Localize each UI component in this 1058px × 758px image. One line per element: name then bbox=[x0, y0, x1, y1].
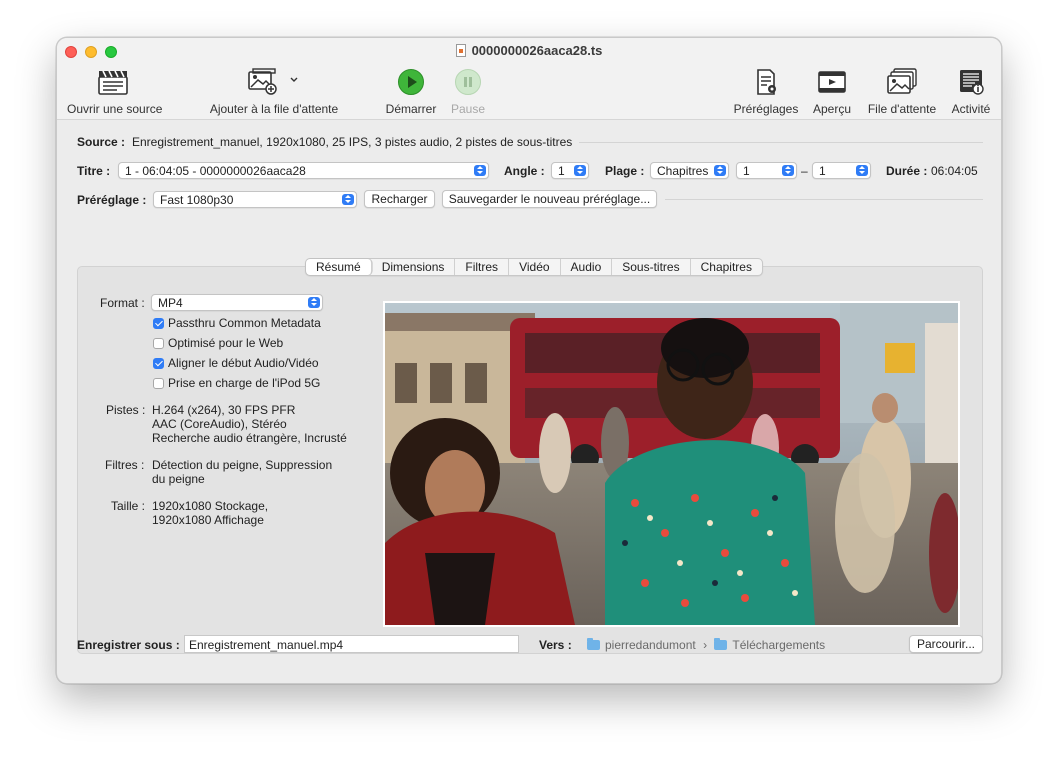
preview-button[interactable]: Aperçu bbox=[809, 68, 855, 116]
filter-line: Détection du peigne, Suppression bbox=[152, 458, 333, 472]
tab-bar: Résumé Dimensions Filtres Vidéo Audio So… bbox=[305, 258, 763, 276]
open-source-button[interactable]: Ouvrir une source bbox=[67, 68, 162, 116]
add-image-icon bbox=[248, 68, 277, 95]
destination-label: Vers : bbox=[539, 638, 572, 652]
add-to-queue-button[interactable]: Ajouter à la file d'attente bbox=[207, 68, 341, 116]
checkbox-label: Optimisé pour le Web bbox=[168, 336, 284, 350]
folder-icon bbox=[587, 638, 600, 650]
tab-chapters[interactable]: Chapitres bbox=[691, 259, 762, 275]
start-button[interactable]: Démarrer bbox=[381, 68, 441, 116]
source-label: Source : bbox=[77, 135, 126, 149]
clapperboard-icon bbox=[98, 70, 128, 95]
title-label: Titre : bbox=[77, 164, 111, 178]
checkbox-label: Aligner le début Audio/Vidéo bbox=[168, 356, 319, 370]
angle-label: Angle : bbox=[504, 164, 545, 178]
align-av-checkbox[interactable] bbox=[153, 358, 164, 369]
queue-button[interactable]: File d'attente bbox=[865, 68, 939, 116]
preview-frame bbox=[385, 303, 958, 625]
size-line: 1920x1080 Stockage, bbox=[152, 499, 269, 513]
duration-value: 06:04:05 bbox=[931, 164, 978, 178]
range-type-select[interactable]: Chapitres bbox=[650, 162, 729, 179]
settings-panel: Format : MP4 Passthru Common Metadata Op… bbox=[77, 266, 983, 654]
folder-icon bbox=[714, 638, 728, 650]
range-separator: – bbox=[801, 164, 808, 178]
main-content: Source : Enregistrement_manuel, 1920x108… bbox=[57, 121, 1001, 683]
chevron-down-icon bbox=[342, 194, 354, 205]
track-line: H.264 (x264), 30 FPS PFR bbox=[152, 403, 296, 417]
checkbox-label: Passthru Common Metadata bbox=[168, 316, 321, 330]
activity-button[interactable]: Activité bbox=[949, 68, 993, 116]
tracks-label: Pistes : bbox=[106, 403, 146, 417]
handbrake-window: 0000000026aaca28.ts Ouvrir une source Aj… bbox=[56, 37, 1002, 684]
track-line: AAC (CoreAudio), Stéréo bbox=[152, 417, 287, 431]
save-as-label: Enregistrer sous : bbox=[77, 638, 180, 652]
destination-path[interactable]: pierredandumont › Téléchargements bbox=[587, 638, 825, 652]
range-start-select[interactable]: 1 bbox=[736, 162, 797, 179]
angle-select[interactable]: 1 bbox=[551, 162, 589, 179]
format-label: Format : bbox=[100, 296, 145, 310]
tab-summary[interactable]: Résumé bbox=[306, 259, 372, 275]
presets-icon bbox=[757, 69, 776, 95]
tab-video[interactable]: Vidéo bbox=[509, 259, 561, 275]
titlebar: 0000000026aaca28.ts Ouvrir une source Aj… bbox=[57, 38, 1001, 120]
tab-dimensions[interactable]: Dimensions bbox=[372, 259, 456, 275]
size-line: 1920x1080 Affichage bbox=[152, 513, 264, 527]
format-select[interactable]: MP4 bbox=[151, 294, 323, 311]
document-icon bbox=[455, 44, 466, 57]
source-separator bbox=[579, 142, 983, 143]
passthru-metadata-checkbox[interactable] bbox=[153, 318, 164, 329]
range-end-select[interactable]: 1 bbox=[812, 162, 871, 179]
reload-button[interactable]: Recharger bbox=[364, 190, 435, 208]
title-select[interactable]: 1 - 06:04:05 - 0000000026aaca28 bbox=[118, 162, 489, 179]
chevron-down-icon[interactable] bbox=[290, 77, 298, 83]
pause-icon bbox=[455, 69, 481, 95]
source-info: Enregistrement_manuel, 1920x1080, 25 IPS… bbox=[132, 135, 573, 149]
track-line: Recherche audio étrangère, Incrusté bbox=[152, 431, 347, 445]
preset-select[interactable]: Fast 1080p30 bbox=[153, 191, 357, 208]
ipod-5g-checkbox[interactable] bbox=[153, 378, 164, 389]
play-icon bbox=[398, 69, 424, 95]
queue-icon bbox=[887, 68, 917, 94]
stepper-icon bbox=[574, 165, 586, 176]
preset-label: Préréglage : bbox=[77, 193, 147, 207]
checkbox-label: Prise en charge de l'iPod 5G bbox=[168, 376, 321, 390]
stepper-icon bbox=[856, 165, 868, 176]
stepper-icon bbox=[474, 165, 486, 176]
range-label: Plage : bbox=[605, 164, 645, 178]
window-title: 0000000026aaca28.ts bbox=[57, 43, 1001, 58]
save-new-preset-button[interactable]: Sauvegarder le nouveau préréglage... bbox=[442, 190, 657, 208]
activity-log-icon bbox=[960, 70, 984, 95]
pause-button[interactable]: Pause bbox=[445, 68, 491, 116]
duration-label: Durée : bbox=[886, 164, 928, 178]
filters-label: Filtres : bbox=[105, 458, 145, 472]
web-optimized-checkbox[interactable] bbox=[153, 338, 164, 349]
tab-filters[interactable]: Filtres bbox=[455, 259, 510, 275]
stepper-icon bbox=[782, 165, 794, 176]
filter-line: du peigne bbox=[152, 472, 205, 486]
film-preview-icon bbox=[818, 71, 846, 93]
presets-button[interactable]: Préréglages bbox=[731, 68, 801, 116]
stepper-icon bbox=[308, 297, 320, 308]
filename-input[interactable]: Enregistrement_manuel.mp4 bbox=[184, 635, 519, 653]
tab-audio[interactable]: Audio bbox=[561, 259, 613, 275]
size-label: Taille : bbox=[111, 499, 146, 513]
browse-button[interactable]: Parcourir... bbox=[909, 635, 983, 653]
preset-separator bbox=[665, 199, 983, 200]
tab-subtitles[interactable]: Sous-titres bbox=[612, 259, 691, 275]
video-preview-image[interactable] bbox=[383, 301, 960, 627]
stepper-icon bbox=[714, 165, 726, 176]
